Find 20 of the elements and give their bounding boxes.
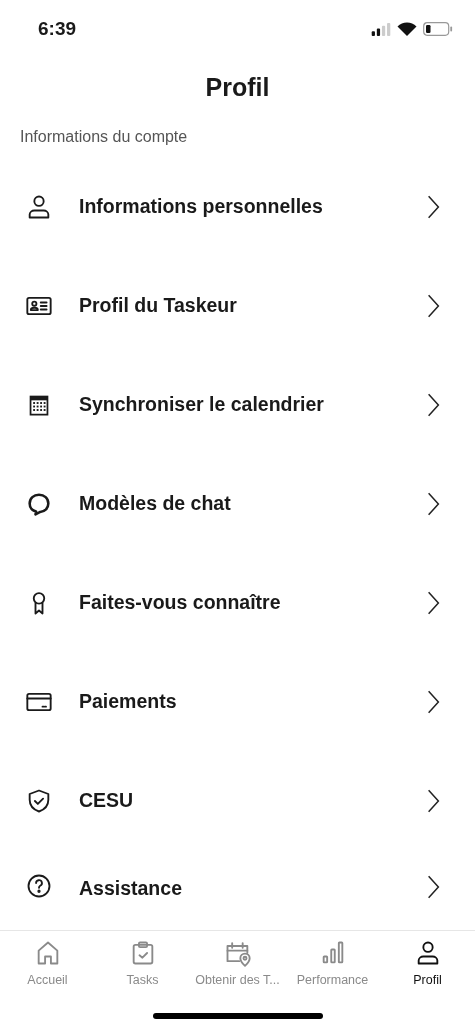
wifi-icon (397, 22, 417, 36)
chevron-icon (427, 787, 440, 814)
chevron-icon (427, 589, 440, 616)
chevron-icon (427, 688, 440, 715)
chevron-icon (427, 874, 440, 900)
chevron-icon (427, 193, 440, 220)
help-icon (25, 872, 53, 900)
signal-icon (371, 22, 391, 36)
section-label: Informations du compte (20, 127, 189, 147)
tab[interactable]: Profil (380, 939, 475, 987)
tab[interactable]: Obtenir des T... (190, 939, 285, 987)
chevron-icon (427, 490, 440, 517)
tab[interactable]: Tasks (95, 939, 190, 987)
chevron-icon (427, 391, 440, 418)
battery-icon (423, 22, 453, 36)
status-time: 6:39 (38, 18, 77, 40)
tab[interactable]: Accueil (0, 939, 95, 987)
chevron-icon (427, 292, 440, 319)
tab[interactable]: Performance (285, 939, 380, 987)
page-title: Profil (204, 72, 271, 103)
